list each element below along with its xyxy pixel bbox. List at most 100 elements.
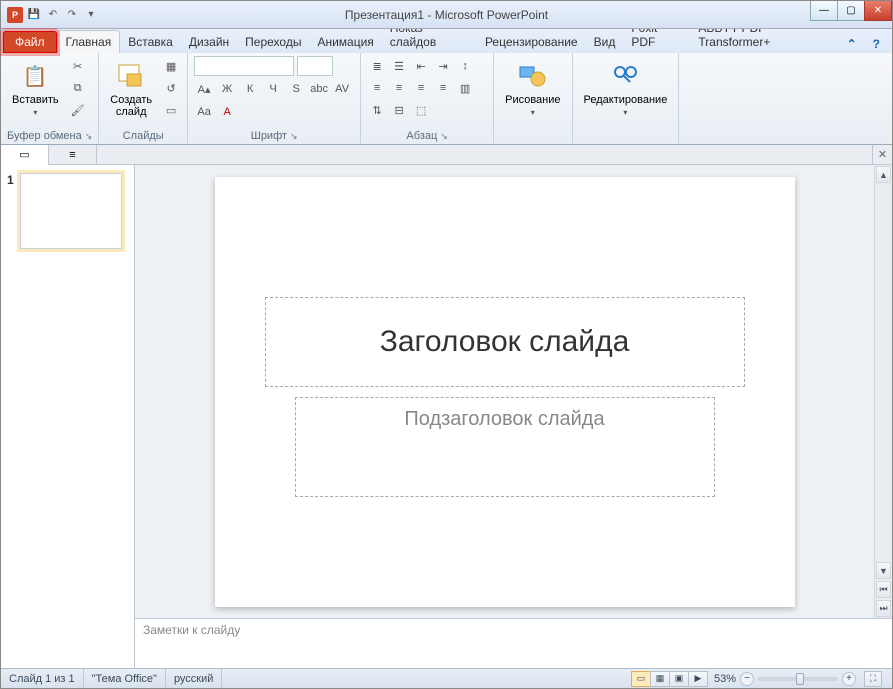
new-slide-button[interactable]: Создать слайд [105, 56, 157, 122]
align-center-icon[interactable]: ≡ [389, 78, 409, 98]
ribbon: 📋 Вставить ▾ ✂ ⧉ 🖌 Буфер обмена ↘ Создат… [1, 53, 892, 145]
minimize-ribbon-icon[interactable]: ⌃ [843, 35, 861, 53]
slide-count[interactable]: Слайд 1 из 1 [1, 669, 84, 688]
scroll-up-icon[interactable]: ▲ [876, 166, 891, 183]
line-spacing-icon[interactable]: ↕ [455, 56, 475, 76]
spacing-button[interactable]: AV [332, 79, 352, 99]
maximize-button[interactable]: ▢ [837, 1, 865, 21]
tab-animation[interactable]: Анимация [309, 31, 381, 53]
panel-tabs-row: ▭ ≡ ✕ [1, 145, 892, 165]
align-right-icon[interactable]: ≡ [411, 78, 431, 98]
thumbnail-pane[interactable]: 1 [1, 165, 135, 668]
prev-slide-icon[interactable]: ⏮ [876, 581, 891, 598]
group-paragraph: ≣ ☰ ⇤ ⇥ ↕ ≡ ≡ ≡ ≡ ▥ ⇅ ⊟ ⬚ Абзац ↘ [361, 53, 494, 144]
drawing-button[interactable]: Рисование ▾ [500, 56, 565, 121]
redo-icon[interactable]: ↷ [64, 7, 80, 23]
zoom-slider-thumb[interactable] [796, 673, 804, 685]
qat-dropdown-icon[interactable]: ▾ [83, 7, 99, 23]
tab-design[interactable]: Дизайн [181, 31, 237, 53]
shadow-button[interactable]: S [286, 79, 306, 99]
change-case-button[interactable]: Aa [194, 102, 214, 122]
vertical-scrollbar[interactable]: ▲ ▼ ⏮ ⏭ [874, 165, 892, 618]
drawing-label: Рисование [505, 94, 560, 106]
tab-home[interactable]: Главная [57, 30, 121, 53]
undo-icon[interactable]: ↶ [45, 7, 61, 23]
thumbnail-number: 1 [7, 173, 14, 249]
italic-button[interactable]: К [240, 79, 260, 99]
close-button[interactable]: ✕ [864, 1, 892, 21]
close-panel-button[interactable]: ✕ [872, 145, 892, 164]
chevron-down-icon: ▾ [33, 108, 37, 117]
group-slides: Создать слайд ▦ ↺ ▭ Слайды [99, 53, 188, 144]
columns-icon[interactable]: ▥ [455, 78, 475, 98]
minimize-button[interactable]: — [810, 1, 838, 21]
zoom-in-button[interactable]: + [842, 672, 856, 686]
slides-group-label: Слайды [105, 128, 181, 142]
font-size-combo[interactable] [297, 56, 333, 76]
slide-area: Заголовок слайда Подзаголовок слайда ▲ ▼… [135, 165, 892, 668]
notes-pane[interactable]: Заметки к слайду [135, 618, 892, 668]
font-family-combo[interactable] [194, 56, 294, 76]
scroll-down-icon[interactable]: ▼ [876, 562, 891, 579]
bold-button[interactable]: Ж [217, 79, 237, 99]
smartart-icon[interactable]: ⬚ [411, 100, 431, 120]
next-slide-icon[interactable]: ⏭ [876, 600, 891, 617]
zoom-out-button[interactable]: − [740, 672, 754, 686]
copy-icon[interactable]: ⧉ [68, 78, 88, 98]
layout-icon[interactable]: ▦ [161, 56, 181, 76]
normal-view-button[interactable]: ▭ [631, 671, 651, 687]
tab-transitions[interactable]: Переходы [237, 31, 309, 53]
file-tab[interactable]: Файл [3, 31, 57, 53]
subtitle-placeholder[interactable]: Подзаголовок слайда [295, 397, 715, 497]
quick-access-toolbar: P 💾 ↶ ↷ ▾ [1, 7, 99, 23]
outline-panel-tab[interactable]: ≡ [49, 145, 97, 164]
help-icon[interactable]: ? [869, 35, 884, 53]
reset-icon[interactable]: ↺ [161, 78, 181, 98]
slide[interactable]: Заголовок слайда Подзаголовок слайда [215, 177, 795, 607]
align-text-icon[interactable]: ⊟ [389, 100, 409, 120]
decrease-indent-icon[interactable]: ⇤ [411, 56, 431, 76]
language[interactable]: русский [166, 669, 222, 688]
clipboard-icon: 📋 [19, 60, 51, 92]
zoom-slider[interactable] [758, 677, 838, 681]
format-painter-icon[interactable]: 🖌 [68, 100, 88, 120]
tab-review[interactable]: Рецензирование [477, 31, 586, 53]
justify-icon[interactable]: ≡ [433, 78, 453, 98]
underline-button[interactable]: Ч [263, 79, 283, 99]
title-placeholder[interactable]: Заголовок слайда [265, 297, 745, 387]
tab-view[interactable]: Вид [586, 31, 624, 53]
fit-to-window-button[interactable]: ⛶ [864, 671, 882, 687]
grow-font-icon[interactable]: A▴ [194, 79, 214, 99]
clipboard-dialog-launcher-icon[interactable]: ↘ [85, 131, 93, 142]
font-color-icon[interactable]: A [217, 102, 237, 122]
slideshow-view-button[interactable]: ▶ [688, 671, 708, 687]
cut-icon[interactable]: ✂ [68, 56, 88, 76]
save-icon[interactable]: 💾 [26, 7, 42, 23]
window-title: Презентация1 - Microsoft PowerPoint [1, 8, 892, 22]
scroll-track[interactable] [875, 184, 892, 561]
editing-group-label [579, 128, 673, 142]
reading-view-button[interactable]: ▣ [669, 671, 689, 687]
zoom-level[interactable]: 53% [714, 673, 736, 685]
slide-canvas[interactable]: Заголовок слайда Подзаголовок слайда [135, 165, 874, 618]
sorter-view-button[interactable]: ▦ [650, 671, 670, 687]
numbering-icon[interactable]: ☰ [389, 56, 409, 76]
theme-name[interactable]: "Тема Office" [84, 669, 166, 688]
paragraph-dialog-launcher-icon[interactable]: ↘ [440, 131, 448, 142]
strikethrough-button[interactable]: abc [309, 79, 329, 99]
paste-button[interactable]: 📋 Вставить ▾ [7, 56, 64, 121]
align-left-icon[interactable]: ≡ [367, 78, 387, 98]
slides-panel-tab[interactable]: ▭ [1, 145, 49, 165]
editing-button[interactable]: Редактирование ▾ [579, 56, 673, 121]
section-icon[interactable]: ▭ [161, 100, 181, 120]
font-dialog-launcher-icon[interactable]: ↘ [290, 131, 298, 142]
slides-small-buttons: ▦ ↺ ▭ [161, 56, 181, 120]
bullets-icon[interactable]: ≣ [367, 56, 387, 76]
thumbnail-preview[interactable] [20, 173, 122, 249]
clipboard-small-buttons: ✂ ⧉ 🖌 [68, 56, 88, 120]
slide-thumbnail[interactable]: 1 [7, 173, 128, 249]
increase-indent-icon[interactable]: ⇥ [433, 56, 453, 76]
title-bar: P 💾 ↶ ↷ ▾ Презентация1 - Microsoft Power… [1, 1, 892, 29]
text-direction-icon[interactable]: ⇅ [367, 100, 387, 120]
tab-insert[interactable]: Вставка [120, 31, 181, 53]
